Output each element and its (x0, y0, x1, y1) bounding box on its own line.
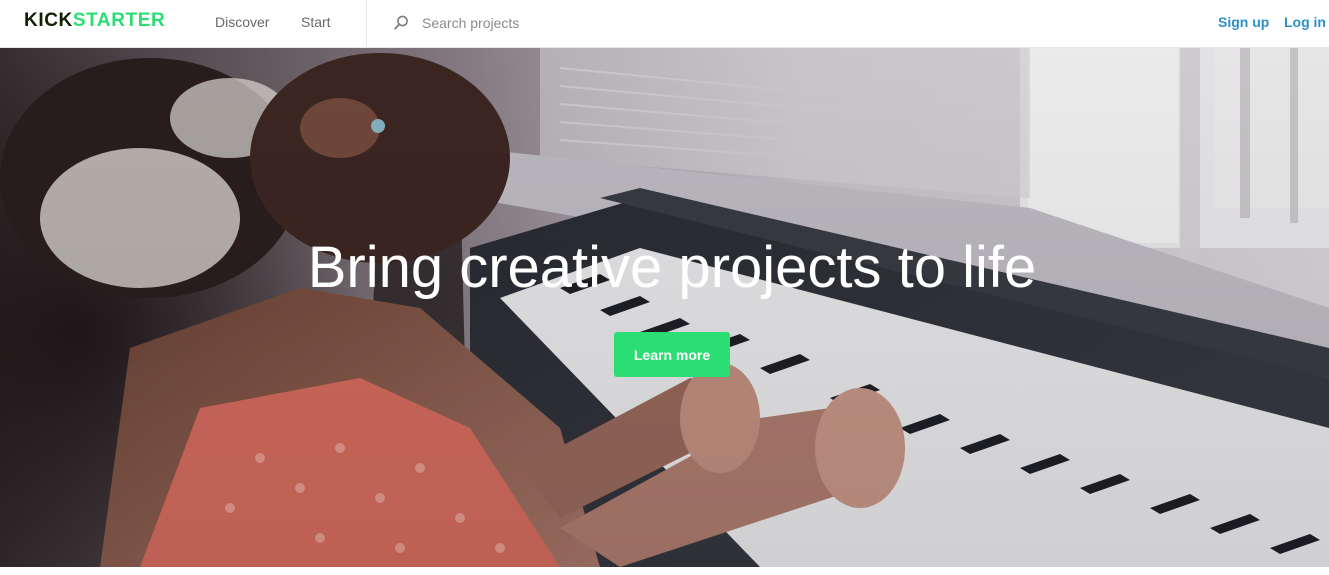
logo-text-starter: STARTER (72, 10, 166, 31)
bottom-strip (0, 567, 1329, 575)
nav-divider (366, 0, 367, 48)
top-navigation-bar: KICKSTARTER Discover Start Sign up Log i… (0, 0, 1329, 48)
nav-discover-link[interactable]: Discover (215, 13, 269, 31)
nav-start-link[interactable]: Start (301, 13, 331, 31)
search-bar (392, 8, 732, 38)
sign-up-link[interactable]: Sign up (1218, 13, 1269, 31)
hero-banner: Bring creative projects to life Learn mo… (0, 48, 1329, 567)
kickstarter-logo[interactable]: KICKSTARTER (24, 10, 165, 32)
search-input[interactable] (420, 8, 720, 38)
learn-more-button[interactable]: Learn more (614, 332, 730, 377)
logo-text-kick: KICK (24, 10, 73, 31)
log-in-link[interactable]: Log in (1284, 13, 1326, 31)
search-icon[interactable] (392, 14, 410, 32)
hero-photo (0, 48, 1329, 567)
hero-title: Bring creative projects to life (307, 235, 1037, 300)
